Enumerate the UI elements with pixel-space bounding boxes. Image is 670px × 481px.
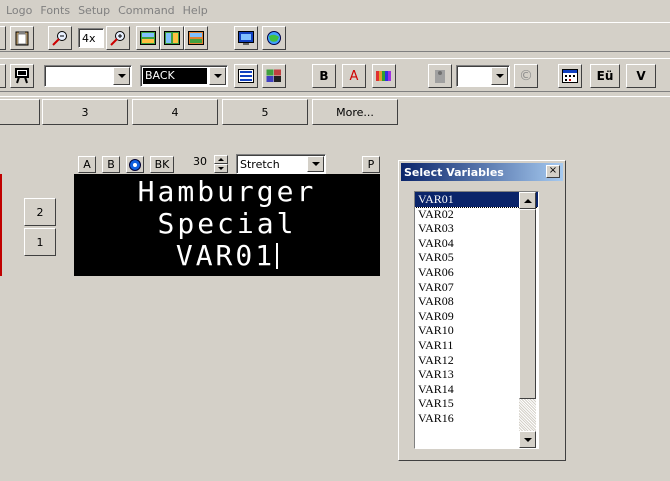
page-tab-5[interactable]: 5 bbox=[222, 99, 308, 125]
clipboard-icon bbox=[15, 31, 29, 46]
toolbar-format: BACK B A © Eü V bbox=[0, 58, 670, 92]
chevron-down-icon bbox=[117, 74, 126, 78]
record-button[interactable] bbox=[126, 156, 144, 173]
rainbow-button[interactable] bbox=[372, 64, 396, 88]
chevron-down-icon bbox=[311, 162, 320, 166]
copyright-button[interactable]: © bbox=[514, 64, 538, 88]
menu-logo[interactable]: Logo bbox=[6, 4, 32, 17]
spinner-up-button[interactable] bbox=[214, 155, 228, 164]
magnifier-minus-icon bbox=[52, 31, 67, 46]
color-combo[interactable] bbox=[44, 65, 132, 87]
align-b-button[interactable]: B bbox=[102, 156, 120, 173]
color-combo-dropdown[interactable] bbox=[113, 67, 130, 85]
background-combo-value: BACK bbox=[143, 68, 207, 84]
lines-layout-button[interactable] bbox=[234, 64, 258, 88]
select-variables-title: Select Variables bbox=[404, 165, 504, 179]
sign-button[interactable] bbox=[10, 64, 34, 88]
background-combo[interactable]: BACK bbox=[140, 65, 228, 87]
chevron-down-icon bbox=[495, 74, 504, 78]
calendar-icon bbox=[562, 69, 578, 83]
zoom-level-field[interactable]: 4x bbox=[78, 28, 104, 48]
figure-icon bbox=[435, 70, 445, 83]
internet-button[interactable] bbox=[262, 26, 286, 50]
zoom-out-button[interactable] bbox=[48, 26, 72, 50]
variables-scrollbar[interactable] bbox=[519, 192, 536, 448]
green-layout-alt-icon bbox=[164, 31, 180, 45]
line-button-2[interactable]: 2 bbox=[24, 198, 56, 226]
size-combo[interactable] bbox=[456, 65, 510, 87]
mode-combo[interactable]: Stretch bbox=[236, 154, 326, 174]
charset-button[interactable]: Eü bbox=[590, 64, 620, 88]
zoom-in-button[interactable] bbox=[106, 26, 130, 50]
bold-button[interactable]: B bbox=[312, 64, 336, 88]
preview-button[interactable] bbox=[234, 26, 258, 50]
menu-command[interactable]: Command bbox=[118, 4, 175, 17]
display-line-3: VAR01 bbox=[74, 242, 380, 270]
page-tab-3[interactable]: 3 bbox=[42, 99, 128, 125]
globe-icon bbox=[267, 31, 281, 45]
blue-circle-icon bbox=[129, 158, 141, 171]
magnifier-plus-icon bbox=[110, 31, 125, 46]
font-color-button[interactable]: A bbox=[342, 64, 366, 88]
mode-combo-dropdown[interactable] bbox=[307, 156, 324, 172]
display-line-3-text: VAR01 bbox=[175, 239, 276, 272]
partial-button-2[interactable] bbox=[0, 64, 6, 88]
page-tab-more[interactable]: More... bbox=[312, 99, 398, 125]
scroll-thumb[interactable] bbox=[519, 209, 536, 399]
size-combo-dropdown[interactable] bbox=[491, 67, 508, 85]
page-tab-4[interactable]: 4 bbox=[132, 99, 218, 125]
color-grid-button[interactable] bbox=[262, 64, 286, 88]
chevron-up-icon bbox=[523, 198, 532, 203]
green-layout-icon bbox=[140, 31, 156, 45]
sign-icon bbox=[15, 68, 29, 84]
led-display[interactable]: Hamburger Special VAR01 bbox=[74, 174, 380, 276]
mode-combo-value: Stretch bbox=[240, 157, 280, 171]
background-combo-dropdown[interactable] bbox=[209, 67, 226, 85]
graphic-button[interactable] bbox=[428, 64, 452, 88]
chevron-up-icon bbox=[218, 158, 224, 161]
chevron-down-icon bbox=[523, 437, 532, 442]
chevron-down-icon bbox=[218, 167, 224, 170]
layout-button-3[interactable] bbox=[184, 26, 208, 50]
partial-button[interactable] bbox=[0, 26, 6, 50]
align-a-button[interactable]: A bbox=[78, 156, 96, 173]
page-tab-partial[interactable] bbox=[0, 99, 40, 125]
menu-fonts[interactable]: Fonts bbox=[40, 4, 70, 17]
calendar-button[interactable] bbox=[558, 64, 582, 88]
select-variables-titlebar[interactable]: Select Variables × bbox=[401, 163, 563, 181]
speed-value: 30 bbox=[193, 155, 207, 168]
color-grid-icon bbox=[266, 69, 281, 82]
chevron-down-icon bbox=[213, 74, 222, 78]
close-button[interactable]: × bbox=[546, 165, 560, 178]
bk-button[interactable]: BK bbox=[150, 156, 174, 173]
menu-help[interactable]: Help bbox=[183, 4, 208, 17]
layout-button-2[interactable] bbox=[160, 26, 184, 50]
layout-button-1[interactable] bbox=[136, 26, 160, 50]
scroll-down-button[interactable] bbox=[519, 431, 536, 448]
left-edge-marker bbox=[0, 174, 2, 276]
menu-setup[interactable]: Setup bbox=[78, 4, 110, 17]
orange-layout-icon bbox=[188, 31, 204, 45]
display-line-2: Special bbox=[157, 207, 297, 240]
menu-bar: Logo Fonts Setup Command Help bbox=[0, 0, 670, 20]
text-cursor bbox=[276, 243, 279, 269]
speed-spinner[interactable] bbox=[214, 155, 228, 173]
display-line-1: Hamburger bbox=[137, 175, 317, 208]
lines-icon bbox=[238, 69, 254, 83]
spinner-down-button[interactable] bbox=[214, 164, 228, 173]
toolbar-main: 4x bbox=[0, 22, 670, 52]
select-variables-window: Select Variables × VAR01 VAR02 VAR03 VAR04 V… bbox=[398, 160, 566, 461]
v-button[interactable]: V bbox=[626, 64, 656, 88]
line-button-1[interactable]: 1 bbox=[24, 228, 56, 256]
paste-button[interactable] bbox=[10, 26, 34, 50]
rainbow-icon bbox=[376, 71, 391, 81]
copyright-icon: © bbox=[519, 68, 533, 84]
zoom-level-value: 4x bbox=[82, 31, 96, 45]
scroll-up-button[interactable] bbox=[519, 192, 536, 209]
monitor-icon bbox=[238, 31, 254, 45]
p-button[interactable]: P bbox=[362, 156, 380, 173]
